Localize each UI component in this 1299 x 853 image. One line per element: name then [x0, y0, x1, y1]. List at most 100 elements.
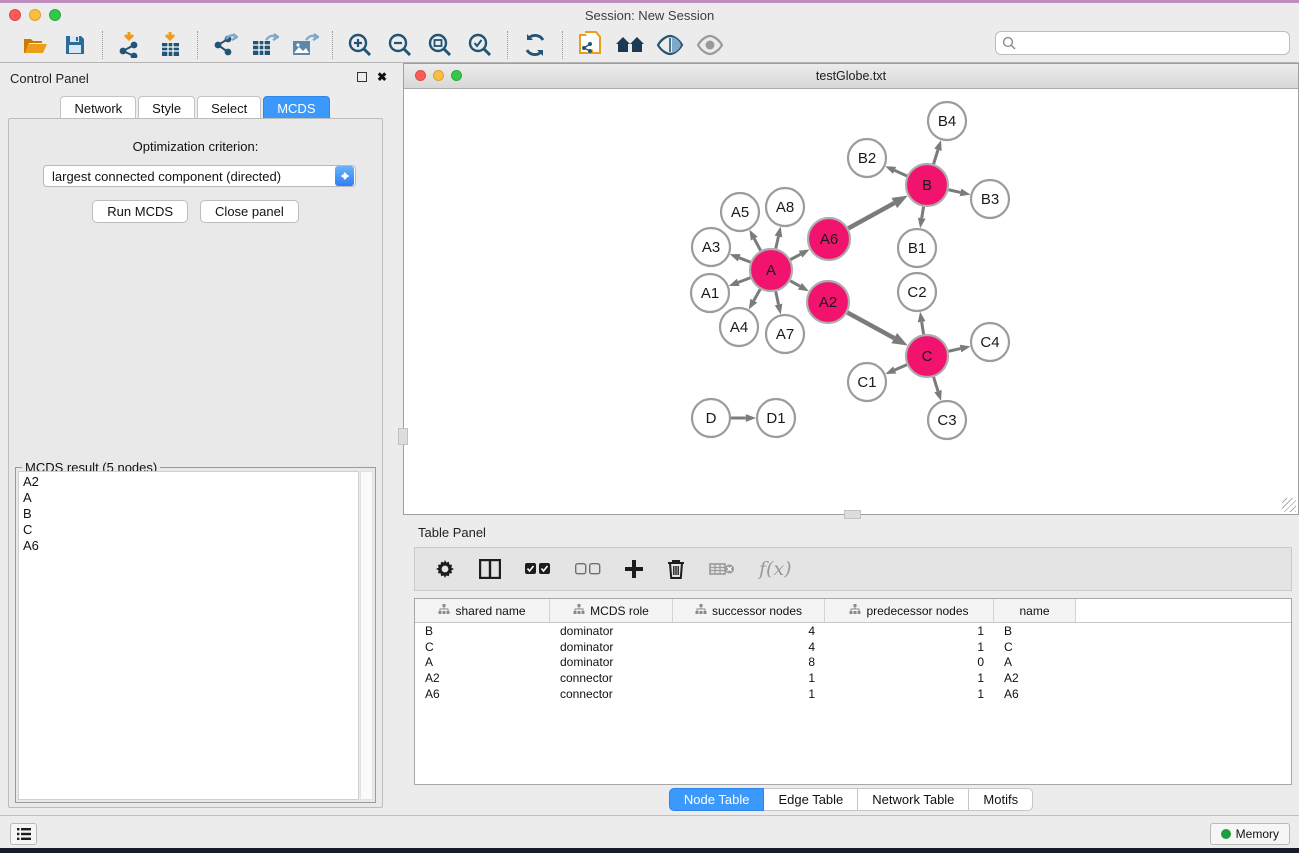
cell-shared-name[interactable]: C — [415, 640, 550, 654]
table-row[interactable]: Adominator80A — [415, 654, 1291, 670]
cell-predecessor-nodes[interactable]: 1 — [825, 640, 994, 654]
node-table[interactable]: shared nameMCDS rolesuccessor nodesprede… — [414, 598, 1292, 785]
column-header-successor-nodes[interactable]: successor nodes — [673, 599, 825, 622]
search-field[interactable] — [995, 31, 1290, 55]
network-graph[interactable]: B4B2BB3A5A8A6B1A3AA1C2A2A4A7C4CC1C3DD1 — [404, 89, 1298, 514]
edge-A6-B[interactable] — [848, 203, 894, 228]
cell-predecessor-nodes[interactable]: 1 — [825, 671, 994, 685]
cell-name[interactable]: A2 — [994, 671, 1076, 685]
edge-A2-C[interactable] — [847, 313, 894, 339]
table-row[interactable]: Bdominator41B — [415, 623, 1291, 639]
clone-network-icon[interactable] — [573, 30, 607, 60]
edge-B-B1[interactable] — [922, 207, 924, 218]
cell-shared-name[interactable]: A2 — [415, 671, 550, 685]
run-mcds-button[interactable]: Run MCDS — [92, 200, 188, 223]
select-all-icon[interactable] — [525, 563, 551, 575]
edge-A-A1[interactable] — [738, 278, 750, 283]
tab-node-table[interactable]: Node Table — [669, 788, 765, 811]
table-row[interactable]: A6connector11A6 — [415, 686, 1291, 702]
cell-MCDS-role[interactable]: dominator — [550, 624, 673, 638]
edge-C-C2[interactable] — [922, 322, 924, 334]
cell-successor-nodes[interactable]: 1 — [673, 671, 825, 685]
edge-A-A3[interactable] — [739, 258, 750, 262]
criterion-select[interactable]: largest connected component (directed) — [43, 165, 356, 187]
result-item[interactable]: B — [23, 506, 354, 522]
window-resize-grip[interactable] — [1282, 498, 1296, 512]
edge-C-C4[interactable] — [948, 349, 960, 352]
gear-icon[interactable] — [435, 559, 455, 579]
export-image-icon[interactable] — [288, 30, 322, 60]
result-item[interactable]: A — [23, 490, 354, 506]
column-header-predecessor-nodes[interactable]: predecessor nodes — [825, 599, 994, 622]
edge-C-C3[interactable] — [934, 377, 938, 391]
cell-name[interactable]: A6 — [994, 687, 1076, 701]
edge-B-B2[interactable] — [895, 170, 907, 176]
memory-button[interactable]: Memory — [1210, 823, 1290, 845]
cell-name[interactable]: B — [994, 624, 1076, 638]
table-row[interactable]: A2connector11A2 — [415, 670, 1291, 686]
table-row[interactable]: Cdominator41C — [415, 639, 1291, 655]
show-elements-icon[interactable] — [693, 30, 727, 60]
cell-predecessor-nodes[interactable]: 0 — [825, 655, 994, 669]
edge-A-A2[interactable] — [790, 281, 800, 286]
column-header-shared-name[interactable]: shared name — [415, 599, 550, 622]
export-network-icon[interactable] — [208, 30, 242, 60]
result-scrollbar[interactable] — [360, 471, 373, 800]
zoom-out-icon[interactable] — [383, 30, 417, 60]
cell-MCDS-role[interactable]: dominator — [550, 655, 673, 669]
cell-shared-name[interactable]: B — [415, 624, 550, 638]
import-table-icon[interactable] — [153, 30, 187, 60]
edge-C-C1[interactable] — [895, 365, 907, 370]
cell-successor-nodes[interactable]: 4 — [673, 624, 825, 638]
home-network-icon[interactable] — [613, 30, 647, 60]
network-window-titlebar[interactable]: testGlobe.txt — [404, 64, 1298, 89]
open-file-icon[interactable] — [18, 30, 52, 60]
tab-edge-table[interactable]: Edge Table — [764, 788, 858, 811]
cell-predecessor-nodes[interactable]: 1 — [825, 624, 994, 638]
deselect-all-icon[interactable] — [575, 563, 601, 575]
zoom-selected-icon[interactable] — [463, 30, 497, 60]
columns-icon[interactable] — [479, 559, 501, 579]
cell-successor-nodes[interactable]: 8 — [673, 655, 825, 669]
cell-successor-nodes[interactable]: 4 — [673, 640, 825, 654]
edge-B-B4[interactable] — [934, 150, 938, 164]
cell-name[interactable]: C — [994, 640, 1076, 654]
cell-predecessor-nodes[interactable]: 1 — [825, 687, 994, 701]
cell-shared-name[interactable]: A — [415, 655, 550, 669]
cell-name[interactable]: A — [994, 655, 1076, 669]
float-panel-icon[interactable] — [357, 72, 367, 82]
import-network-icon[interactable] — [113, 30, 147, 60]
tab-motifs[interactable]: Motifs — [969, 788, 1033, 811]
column-header-name[interactable]: name — [994, 599, 1076, 622]
result-item[interactable]: C — [23, 522, 354, 538]
edge-A-A5[interactable] — [754, 239, 760, 251]
split-handle-bottom[interactable] — [844, 510, 861, 519]
cell-MCDS-role[interactable]: dominator — [550, 640, 673, 654]
export-table-icon[interactable] — [248, 30, 282, 60]
refresh-layout-icon[interactable] — [518, 30, 552, 60]
zoom-in-icon[interactable] — [343, 30, 377, 60]
edge-A-A7[interactable] — [776, 291, 779, 304]
task-history-button[interactable] — [10, 823, 37, 845]
edge-A-A6[interactable] — [790, 254, 800, 259]
close-panel-icon[interactable]: ✖ — [377, 72, 387, 82]
cell-MCDS-role[interactable]: connector — [550, 687, 673, 701]
cell-shared-name[interactable]: A6 — [415, 687, 550, 701]
close-panel-button[interactable]: Close panel — [200, 200, 299, 223]
network-canvas[interactable]: B4B2BB3A5A8A6B1A3AA1C2A2A4A7C4CC1C3DD1 — [404, 89, 1298, 514]
save-session-icon[interactable] — [58, 30, 92, 60]
result-item[interactable]: A6 — [23, 538, 354, 554]
mcds-result-list[interactable]: A2ABCA6 — [18, 471, 359, 800]
hide-elements-icon[interactable] — [653, 30, 687, 60]
zoom-fit-icon[interactable] — [423, 30, 457, 60]
cell-MCDS-role[interactable]: connector — [550, 671, 673, 685]
column-header-MCDS-role[interactable]: MCDS role — [550, 599, 673, 622]
split-handle-left[interactable] — [398, 428, 408, 445]
search-input[interactable] — [1016, 36, 1289, 51]
edge-A-A8[interactable] — [776, 236, 779, 248]
edge-A-A4[interactable] — [754, 289, 760, 300]
add-column-icon[interactable] — [625, 560, 643, 578]
tab-network-table[interactable]: Network Table — [858, 788, 969, 811]
cell-successor-nodes[interactable]: 1 — [673, 687, 825, 701]
edge-B-B3[interactable] — [948, 190, 960, 193]
